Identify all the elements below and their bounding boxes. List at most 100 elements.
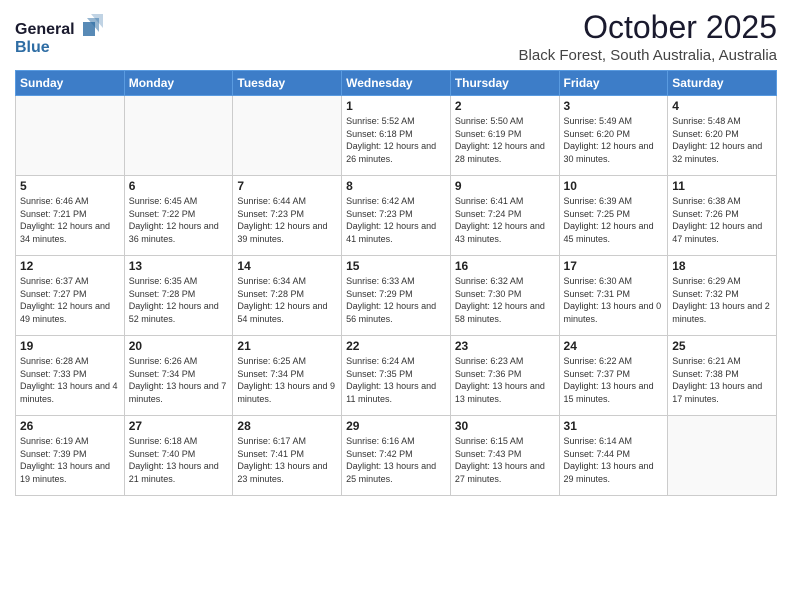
day-info: Sunrise: 6:28 AM Sunset: 7:33 PM Dayligh… (20, 355, 120, 405)
day-number: 11 (672, 179, 772, 193)
day-number: 25 (672, 339, 772, 353)
calendar-cell: 18 Sunrise: 6:29 AM Sunset: 7:32 PM Dayli… (668, 256, 777, 336)
day-number: 10 (564, 179, 664, 193)
day-info: Sunrise: 6:35 AM Sunset: 7:28 PM Dayligh… (129, 275, 229, 325)
day-number: 26 (20, 419, 120, 433)
calendar-week-row: 12 Sunrise: 6:37 AM Sunset: 7:27 PM Dayli… (16, 256, 777, 336)
title-section: October 2025 Black Forest, South Austral… (519, 10, 777, 64)
calendar-cell: 14 Sunrise: 6:34 AM Sunset: 7:28 PM Dayli… (233, 256, 342, 336)
day-number: 9 (455, 179, 555, 193)
day-number: 31 (564, 419, 664, 433)
calendar-cell: 21Sunrise: 6:25 AM Sunset: 7:34 PM Dayli… (233, 336, 342, 416)
calendar-day-header: Tuesday (233, 71, 342, 96)
calendar-day-header: Monday (124, 71, 233, 96)
calendar-cell: 8 Sunrise: 6:42 AM Sunset: 7:23 PM Daylig… (342, 176, 451, 256)
day-info: Sunrise: 6:23 AM Sunset: 7:36 PM Dayligh… (455, 355, 555, 405)
calendar-cell: 3 Sunrise: 5:49 AM Sunset: 6:20 PM Daylig… (559, 96, 668, 176)
calendar-cell: 27 Sunrise: 6:18 AM Sunset: 7:40 PM Dayli… (124, 416, 233, 496)
calendar-day-header: Sunday (16, 71, 125, 96)
day-info: Sunrise: 6:29 AM Sunset: 7:32 PM Dayligh… (672, 275, 772, 325)
day-number: 14 (237, 259, 337, 273)
calendar: SundayMondayTuesdayWednesdayThursdayFrid… (15, 70, 777, 496)
month-title: October 2025 (519, 10, 777, 45)
calendar-cell (124, 96, 233, 176)
calendar-day-header: Friday (559, 71, 668, 96)
day-info: Sunrise: 6:45 AM Sunset: 7:22 PM Dayligh… (129, 195, 229, 245)
calendar-header-row: SundayMondayTuesdayWednesdayThursdayFrid… (16, 71, 777, 96)
page-container: General Blue October 2025 Black Forest, … (0, 0, 792, 506)
day-number: 22 (346, 339, 446, 353)
calendar-week-row: 5 Sunrise: 6:46 AM Sunset: 7:21 PM Daylig… (16, 176, 777, 256)
day-info: Sunrise: 6:14 AM Sunset: 7:44 PM Dayligh… (564, 435, 664, 485)
day-info: Sunrise: 5:50 AM Sunset: 6:19 PM Dayligh… (455, 115, 555, 165)
calendar-day-header: Wednesday (342, 71, 451, 96)
day-number: 3 (564, 99, 664, 113)
day-info: Sunrise: 6:41 AM Sunset: 7:24 PM Dayligh… (455, 195, 555, 245)
day-info: Sunrise: 6:30 AM Sunset: 7:31 PM Dayligh… (564, 275, 664, 325)
day-number: 29 (346, 419, 446, 433)
day-number: 18 (672, 259, 772, 273)
calendar-cell: 16Sunrise: 6:32 AM Sunset: 7:30 PM Dayli… (450, 256, 559, 336)
calendar-cell: 19 Sunrise: 6:28 AM Sunset: 7:33 PM Dayli… (16, 336, 125, 416)
day-info: Sunrise: 6:17 AM Sunset: 7:41 PM Dayligh… (237, 435, 337, 485)
calendar-cell: 1Sunrise: 5:52 AM Sunset: 6:18 PM Daylig… (342, 96, 451, 176)
day-number: 16 (455, 259, 555, 273)
day-info: Sunrise: 6:22 AM Sunset: 7:37 PM Dayligh… (564, 355, 664, 405)
location-title: Black Forest, South Australia, Australia (519, 47, 777, 64)
calendar-cell: 31 Sunrise: 6:14 AM Sunset: 7:44 PM Dayli… (559, 416, 668, 496)
day-info: Sunrise: 6:34 AM Sunset: 7:28 PM Dayligh… (237, 275, 337, 325)
calendar-cell: 13 Sunrise: 6:35 AM Sunset: 7:28 PM Dayli… (124, 256, 233, 336)
day-number: 19 (20, 339, 120, 353)
calendar-cell (668, 416, 777, 496)
calendar-cell: 26Sunrise: 6:19 AM Sunset: 7:39 PM Dayli… (16, 416, 125, 496)
day-number: 6 (129, 179, 229, 193)
svg-text:Blue: Blue (15, 39, 50, 56)
day-info: Sunrise: 6:21 AM Sunset: 7:38 PM Dayligh… (672, 355, 772, 405)
day-number: 8 (346, 179, 446, 193)
day-number: 23 (455, 339, 555, 353)
day-info: Sunrise: 6:42 AM Sunset: 7:23 PM Dayligh… (346, 195, 446, 245)
day-info: Sunrise: 6:46 AM Sunset: 7:21 PM Dayligh… (20, 195, 120, 245)
day-info: Sunrise: 6:18 AM Sunset: 7:40 PM Dayligh… (129, 435, 229, 485)
logo-text: General Blue (15, 14, 105, 63)
day-info: Sunrise: 6:39 AM Sunset: 7:25 PM Dayligh… (564, 195, 664, 245)
calendar-cell: 29 Sunrise: 6:16 AM Sunset: 7:42 PM Dayli… (342, 416, 451, 496)
calendar-cell: 15Sunrise: 6:33 AM Sunset: 7:29 PM Dayli… (342, 256, 451, 336)
day-number: 2 (455, 99, 555, 113)
calendar-cell: 2 Sunrise: 5:50 AM Sunset: 6:19 PM Daylig… (450, 96, 559, 176)
day-number: 5 (20, 179, 120, 193)
day-number: 27 (129, 419, 229, 433)
calendar-cell: 25 Sunrise: 6:21 AM Sunset: 7:38 PM Dayli… (668, 336, 777, 416)
day-info: Sunrise: 6:25 AM Sunset: 7:34 PM Dayligh… (237, 355, 337, 405)
calendar-cell: 9 Sunrise: 6:41 AM Sunset: 7:24 PM Daylig… (450, 176, 559, 256)
calendar-cell: 17Sunrise: 6:30 AM Sunset: 7:31 PM Dayli… (559, 256, 668, 336)
calendar-cell: 11Sunrise: 6:38 AM Sunset: 7:26 PM Dayli… (668, 176, 777, 256)
calendar-cell: 5 Sunrise: 6:46 AM Sunset: 7:21 PM Daylig… (16, 176, 125, 256)
svg-text:General: General (15, 21, 75, 38)
day-info: Sunrise: 6:26 AM Sunset: 7:34 PM Dayligh… (129, 355, 229, 405)
day-number: 28 (237, 419, 337, 433)
day-number: 7 (237, 179, 337, 193)
calendar-cell: 30Sunrise: 6:15 AM Sunset: 7:43 PM Dayli… (450, 416, 559, 496)
day-info: Sunrise: 6:44 AM Sunset: 7:23 PM Dayligh… (237, 195, 337, 245)
calendar-cell (233, 96, 342, 176)
calendar-cell (16, 96, 125, 176)
calendar-cell: 12 Sunrise: 6:37 AM Sunset: 7:27 PM Dayli… (16, 256, 125, 336)
day-number: 4 (672, 99, 772, 113)
calendar-week-row: 1Sunrise: 5:52 AM Sunset: 6:18 PM Daylig… (16, 96, 777, 176)
day-info: Sunrise: 6:37 AM Sunset: 7:27 PM Dayligh… (20, 275, 120, 325)
day-info: Sunrise: 6:16 AM Sunset: 7:42 PM Dayligh… (346, 435, 446, 485)
header: General Blue October 2025 Black Forest, … (15, 10, 777, 64)
calendar-cell: 20Sunrise: 6:26 AM Sunset: 7:34 PM Dayli… (124, 336, 233, 416)
calendar-cell: 6 Sunrise: 6:45 AM Sunset: 7:22 PM Daylig… (124, 176, 233, 256)
calendar-week-row: 19 Sunrise: 6:28 AM Sunset: 7:33 PM Dayli… (16, 336, 777, 416)
calendar-week-row: 26Sunrise: 6:19 AM Sunset: 7:39 PM Dayli… (16, 416, 777, 496)
calendar-day-header: Thursday (450, 71, 559, 96)
day-number: 30 (455, 419, 555, 433)
day-number: 12 (20, 259, 120, 273)
calendar-cell: 10 Sunrise: 6:39 AM Sunset: 7:25 PM Dayli… (559, 176, 668, 256)
day-info: Sunrise: 5:52 AM Sunset: 6:18 PM Dayligh… (346, 115, 446, 165)
day-info: Sunrise: 5:49 AM Sunset: 6:20 PM Dayligh… (564, 115, 664, 165)
day-number: 13 (129, 259, 229, 273)
calendar-day-header: Saturday (668, 71, 777, 96)
